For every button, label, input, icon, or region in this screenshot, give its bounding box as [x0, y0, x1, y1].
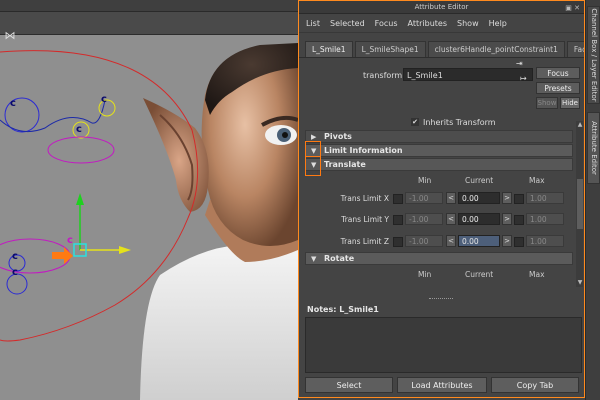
trans-limit-x-min-checkbox[interactable] [393, 194, 403, 204]
trans-limit-x-current-field[interactable]: 0.00 [458, 192, 500, 204]
trans-limit-z-min-field[interactable]: -1.00 [405, 235, 443, 247]
trans-limit-z-min-checkbox[interactable] [393, 237, 403, 247]
copy-tab-button[interactable]: Copy Tab [491, 377, 579, 393]
focus-button[interactable]: Focus [536, 67, 580, 79]
notes-textarea[interactable] [305, 317, 582, 373]
column-current: Current [465, 176, 494, 185]
window-title: Attribute Editor ▣ ✕ [299, 1, 584, 14]
viewport-scene: c c c c c c [0, 43, 298, 400]
section-pivots-label: Pivots [324, 132, 352, 141]
control-label-c: c [67, 235, 73, 246]
transform-name-field[interactable]: L_Smile1 [403, 68, 533, 81]
trans-limit-x-max-checkbox[interactable] [514, 194, 524, 204]
tab-channel-box-layer-editor[interactable]: Channel Box / Layer Editor [587, 6, 600, 104]
control-label-c: c [101, 94, 107, 105]
rotate-column-current: Current [465, 270, 494, 279]
scrollbar-thumb[interactable] [577, 179, 583, 229]
tab-l-smileshape1[interactable]: L_SmileShape1 [354, 41, 426, 57]
trans-limit-x-set-max-button[interactable]: > [502, 192, 512, 204]
trans-limit-y-set-min-button[interactable]: < [446, 213, 456, 225]
input-connection-icon[interactable]: ⇥ [516, 59, 523, 68]
tab-facem[interactable]: FaceM [566, 41, 584, 57]
trans-limit-y-max-checkbox[interactable] [514, 215, 524, 225]
trans-limit-y-min-field[interactable]: -1.00 [405, 213, 443, 225]
menu-help[interactable]: Help [489, 19, 507, 28]
trans-limit-z-max-field[interactable]: 1.00 [526, 235, 564, 247]
viewport-menubar [0, 0, 298, 12]
tab-attribute-editor-label: Attribute Editor [589, 121, 598, 175]
section-translate[interactable]: ▼ Translate [305, 158, 573, 171]
rotate-column-min: Min [418, 270, 432, 279]
transform-header: transform: L_Smile1 ⇥ ↦ [299, 58, 584, 102]
transform-label: transform: [363, 71, 405, 80]
window-title-text: Attribute Editor [414, 3, 469, 11]
notes-label: Notes: L_Smile1 [307, 305, 379, 314]
3d-viewport[interactable]: ⋈ c c c c c c [0, 0, 298, 400]
trans-limit-y-label: Trans Limit Y [341, 215, 389, 224]
section-limit-information-label: Limit Information [324, 146, 403, 155]
section-rotate-label: Rotate [324, 254, 355, 263]
section-limit-information[interactable]: ▼ Limit Information [305, 144, 573, 157]
menu-list[interactable]: List [306, 19, 320, 28]
trans-limit-x-set-min-button[interactable]: < [446, 192, 456, 204]
select-button[interactable]: Select [305, 377, 393, 393]
attribute-editor-panel: Attribute Editor ▣ ✕ List Selected Focus… [298, 0, 585, 398]
side-tab-strip: Channel Box / Layer Editor Attribute Edi… [585, 0, 600, 400]
trans-limit-z-set-min-button[interactable]: < [446, 235, 456, 247]
trans-limit-z-current-field[interactable]: 0.00 [458, 235, 500, 247]
tab-l-smile1[interactable]: L_Smile1 [305, 41, 353, 57]
orange-pointer-arrow [52, 247, 73, 264]
menu-show[interactable]: Show [457, 19, 479, 28]
menu-attributes[interactable]: Attributes [408, 19, 448, 28]
trans-limit-x-label: Trans Limit X [340, 194, 389, 203]
shirt-shape [140, 245, 298, 400]
elf-ear-shape [143, 98, 209, 212]
trans-limit-y-max-field[interactable]: 1.00 [526, 213, 564, 225]
menu-selected[interactable]: Selected [330, 19, 365, 28]
tab-channel-box-label: Channel Box / Layer Editor [589, 8, 598, 102]
section-rotate[interactable]: ▼ Rotate [305, 252, 573, 265]
node-tabs: L_Smile1 L_SmileShape1 cluster6Handle_po… [299, 41, 584, 58]
trans-limit-z-max-checkbox[interactable] [514, 237, 524, 247]
section-translate-label: Translate [324, 160, 366, 169]
show-button[interactable]: Show [536, 97, 558, 109]
inherits-transform-row: ✔ Inherits Transform [305, 118, 573, 128]
inherits-transform-checkbox[interactable]: ✔ [411, 118, 419, 126]
section-pivots[interactable]: ▶ Pivots [305, 130, 573, 143]
control-label-c: c [76, 124, 82, 135]
control-label-c: c [12, 251, 18, 262]
trans-limit-z-set-max-button[interactable]: > [502, 235, 512, 247]
pane-divider-handle[interactable] [429, 298, 453, 302]
inherits-transform-label: Inherits Transform [423, 118, 496, 127]
scroll-down-icon[interactable]: ▼ [576, 279, 583, 287]
window-buttons[interactable]: ▣ ✕ [565, 2, 580, 14]
load-attributes-button[interactable]: Load Attributes [397, 377, 487, 393]
tab-cluster6handle-pointconstraint1[interactable]: cluster6Handle_pointConstraint1 [427, 41, 565, 57]
trans-limit-x-min-field[interactable]: -1.00 [405, 192, 443, 204]
column-max: Max [529, 176, 545, 185]
expanded-arrow-icon: ▼ [311, 255, 317, 263]
trans-limit-y-min-checkbox[interactable] [393, 215, 403, 225]
highlight-limit-arrow [305, 141, 321, 157]
control-label-c: c [12, 267, 18, 278]
trans-limit-x-max-field[interactable]: 1.00 [526, 192, 564, 204]
trans-limit-y-set-max-button[interactable]: > [502, 213, 512, 225]
output-connection-icon[interactable]: ↦ [520, 74, 527, 83]
trans-limit-y-current-field[interactable]: 0.00 [458, 213, 500, 225]
rotate-column-max: Max [529, 270, 545, 279]
viewport-toolbar: ⋈ [0, 12, 298, 42]
column-min: Min [418, 176, 432, 185]
menu-bar: List Selected Focus Attributes Show Help [299, 14, 584, 33]
highlight-translate-arrow [305, 156, 321, 176]
attribute-scroll-area[interactable]: ✔ Inherits Transform ▶ Pivots ▼ Limit In… [305, 114, 583, 294]
hide-button[interactable]: Hide [560, 97, 580, 109]
presets-button[interactable]: Presets [536, 82, 580, 94]
attribute-scrollbar[interactable]: ▲ ▼ [576, 121, 583, 287]
tab-attribute-editor[interactable]: Attribute Editor [587, 112, 600, 184]
menu-focus[interactable]: Focus [375, 19, 398, 28]
control-label-c: c [10, 98, 16, 109]
scroll-up-icon[interactable]: ▲ [576, 121, 583, 129]
trans-limit-z-label: Trans Limit Z [340, 237, 389, 246]
